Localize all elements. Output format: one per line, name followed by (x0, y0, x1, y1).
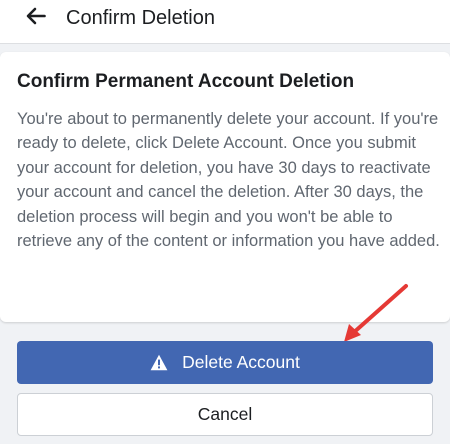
warning-triangle-icon (150, 354, 168, 371)
back-button[interactable] (20, 6, 52, 30)
top-bar: Confirm Deletion (0, 0, 450, 44)
card-title: Confirm Permanent Account Deletion (17, 71, 355, 92)
card-body-text: You're about to permanently delete your … (17, 110, 440, 251)
arrow-left-icon (26, 7, 46, 30)
delete-account-button[interactable]: Delete Account (17, 341, 433, 384)
delete-account-label: Delete Account (182, 352, 300, 372)
cancel-label: Cancel (197, 404, 253, 424)
confirmation-card: Confirm Permanent Account Deletion You'r… (0, 52, 450, 322)
cancel-button[interactable]: Cancel (17, 393, 433, 436)
page-title: Confirm Deletion (66, 7, 215, 29)
